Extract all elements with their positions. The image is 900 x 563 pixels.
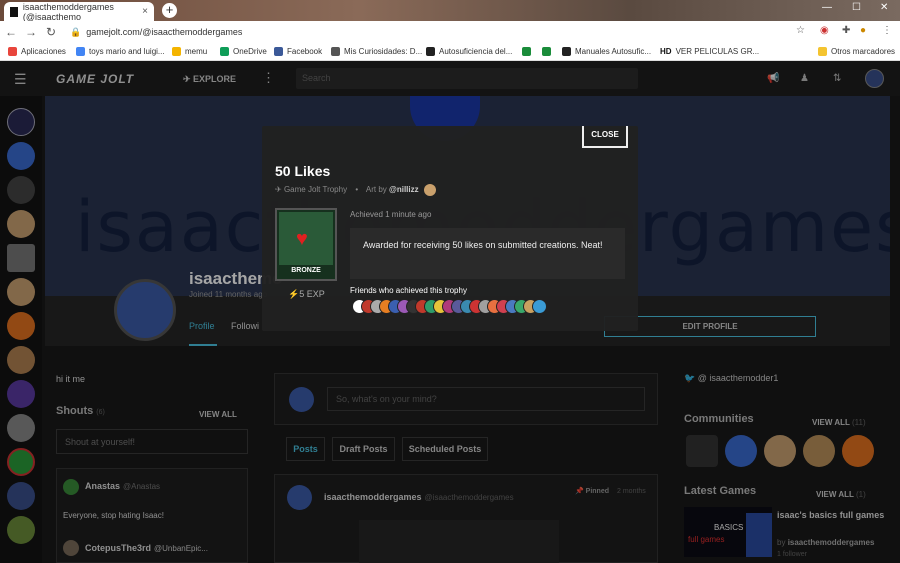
bookmark-item[interactable] <box>522 47 535 56</box>
trophy-image: ♥ <box>279 212 333 265</box>
whatsapp-icon <box>522 47 531 56</box>
forward-icon[interactable]: → <box>22 25 40 39</box>
browser-tab[interactable]: isaacthemoddergames (@isaacthemo × <box>4 1 154 22</box>
address-bar-row: ← → ↻ 🔒 gamejolt.com/@isaacthemoddergames… <box>0 21 900 43</box>
browser-tabstrip: isaacthemoddergames (@isaacthemo × + — ☐… <box>0 0 900 22</box>
folder-icon <box>818 47 827 56</box>
exp-icon: ⚡ <box>288 289 300 299</box>
new-tab-button[interactable]: + <box>162 3 177 18</box>
bookmarks-bar: Aplicaciones toys mario and luigi... mem… <box>0 43 900 61</box>
friend-avatar[interactable] <box>532 299 547 314</box>
hd-icon: HD <box>660 47 672 56</box>
close-button[interactable]: CLOSE <box>582 126 628 148</box>
bookmark-item[interactable]: Facebook <box>274 47 322 56</box>
trophy-achieved-time: Achieved 1 minute ago <box>350 210 432 219</box>
friends-label: Friends who achieved this trophy <box>350 286 467 295</box>
profile-avatar-icon[interactable]: ● <box>860 25 866 36</box>
bookmark-item[interactable] <box>542 47 555 56</box>
bookmark-icon <box>76 47 85 56</box>
lock-icon: 🔒 <box>70 27 82 37</box>
bookmark-icon <box>331 47 340 56</box>
bookmark-icon <box>172 47 181 56</box>
extension-icon[interactable]: ◉ <box>820 25 829 36</box>
artist-avatar[interactable] <box>423 184 436 196</box>
back-icon[interactable]: ← <box>2 25 20 39</box>
extensions-puzzle-icon[interactable]: ✚ <box>842 25 850 36</box>
whatsapp-icon <box>542 47 551 56</box>
bookmark-star-icon[interactable]: ☆ <box>796 25 805 36</box>
trophy-title: 50 Likes <box>275 163 331 179</box>
trophy-thumbnail: ♥ BRONZE <box>275 208 337 281</box>
close-window-icon[interactable]: ✕ <box>880 2 888 13</box>
trophy-description: Awarded for receiving 50 likes on submit… <box>350 228 625 279</box>
trophy-meta: ✈ Game Jolt Trophy • Art by @nillizz <box>275 184 436 196</box>
bookmark-item[interactable]: HD VER PELICULAS GR... <box>660 47 759 56</box>
heart-icon: ♥ <box>296 228 308 250</box>
maximize-icon[interactable]: ☐ <box>852 2 861 13</box>
minimize-icon[interactable]: — <box>822 2 832 13</box>
trophy-exp: ⚡5 EXP <box>288 289 325 299</box>
gamejolt-page: ☰ GAME JOLT ✈ EXPLORE ⋮ Search 📢 ♟ ⇅ isa… <box>0 61 900 563</box>
url-text: gamejolt.com/@isaacthemoddergames <box>86 27 243 37</box>
apps-icon <box>8 47 17 56</box>
gamejolt-favicon-icon <box>10 6 18 17</box>
facebook-icon <box>274 47 283 56</box>
bookmark-item[interactable]: Aplicaciones <box>8 47 66 56</box>
bookmark-item[interactable]: Mis Curiosidades: D... <box>331 47 422 56</box>
bookmark-item[interactable]: Otros marcadores <box>818 47 895 56</box>
bookmark-item[interactable]: Manuales Autosufic... <box>562 47 651 56</box>
bookmark-icon <box>426 47 435 56</box>
bookmark-item[interactable]: OneDrive <box>220 47 267 56</box>
trophy-tier: BRONZE <box>291 267 321 274</box>
trophy-modal: CLOSE 50 Likes ✈ Game Jolt Trophy • Art … <box>262 126 638 331</box>
artist-link[interactable]: @nillizz <box>389 185 419 194</box>
browser-menu-icon[interactable]: ⋮ <box>882 25 892 36</box>
tab-close-icon[interactable]: × <box>142 6 148 17</box>
bookmark-item[interactable]: memu <box>172 47 207 56</box>
bookmark-icon <box>220 47 229 56</box>
trophy-type-icon: ✈ <box>275 185 284 195</box>
bookmark-item[interactable]: Autosuficiencia del... <box>426 47 512 56</box>
url-field[interactable]: 🔒 gamejolt.com/@isaacthemoddergames <box>70 24 815 40</box>
reload-icon[interactable]: ↻ <box>42 25 60 39</box>
bookmark-icon <box>562 47 571 56</box>
bookmark-item[interactable]: toys mario and luigi... <box>76 47 165 56</box>
tab-title: isaacthemoddergames (@isaacthemo <box>22 1 114 22</box>
